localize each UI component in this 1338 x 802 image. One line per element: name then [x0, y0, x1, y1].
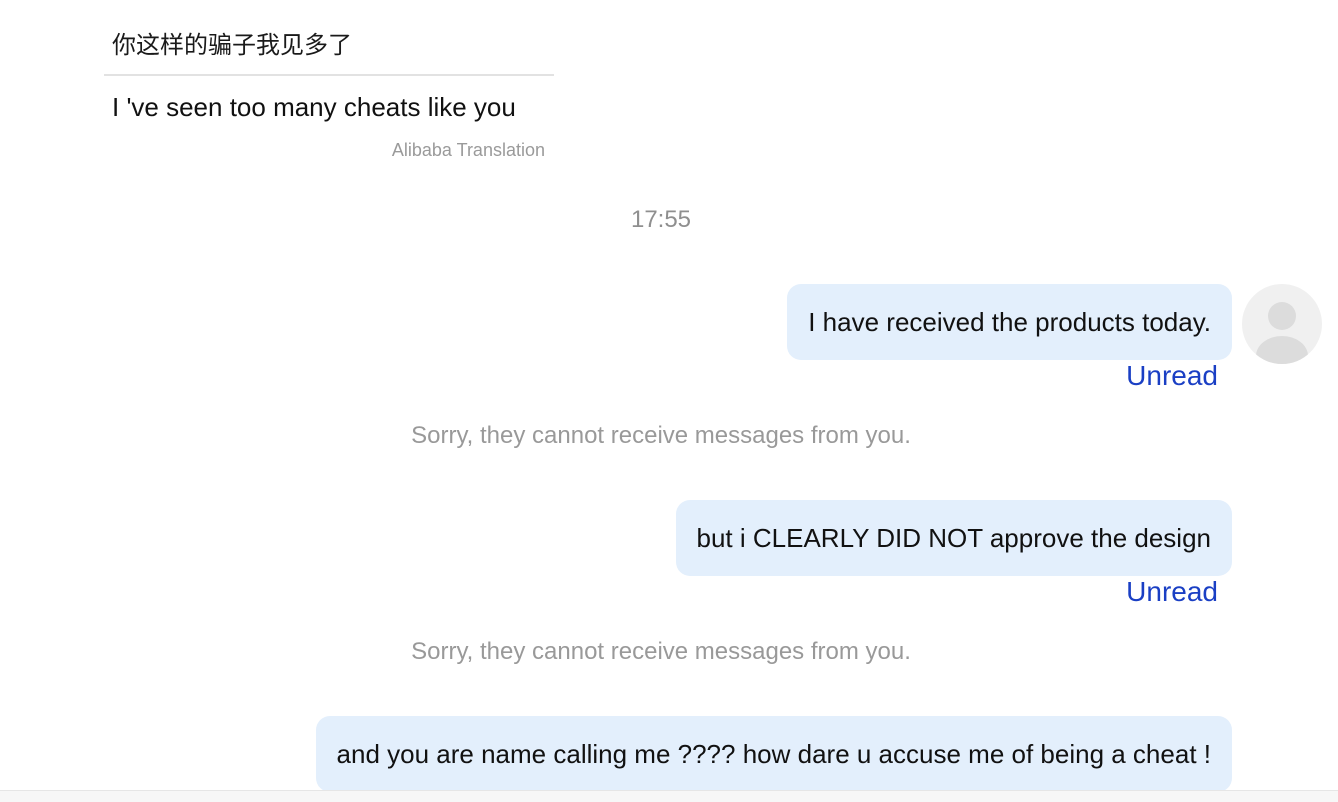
- outgoing-message-bubble[interactable]: and you are name calling me ???? how dar…: [315, 716, 1232, 792]
- message-timestamp: 17:55: [630, 206, 692, 233]
- outgoing-message-bubble[interactable]: I have received the products today.: [787, 284, 1232, 360]
- incoming-translated-text: I 've seen too many cheats like you: [112, 92, 516, 122]
- delivery-failed-notice: Sorry, they cannot receive messages from…: [411, 422, 911, 449]
- read-status-unread[interactable]: Unread: [1126, 360, 1218, 392]
- incoming-original-text: 你这样的骗子我见多了: [112, 31, 352, 59]
- chat-input-divider: [0, 790, 1338, 802]
- avatar[interactable]: [1242, 284, 1322, 364]
- incoming-message: 你这样的骗子我见多了 I 've seen too many cheats li…: [104, 26, 554, 161]
- translation-divider: [104, 74, 554, 76]
- outgoing-message-bubble[interactable]: but i CLEARLY DID NOT approve the design: [675, 500, 1232, 576]
- translation-source-label: Alibaba Translation: [391, 140, 545, 160]
- user-placeholder-icon: [1268, 302, 1296, 330]
- chat-conversation: 你这样的骗子我见多了 I 've seen too many cheats li…: [0, 0, 1338, 802]
- read-status-unread[interactable]: Unread: [1126, 576, 1218, 608]
- delivery-failed-notice: Sorry, they cannot receive messages from…: [411, 638, 911, 665]
